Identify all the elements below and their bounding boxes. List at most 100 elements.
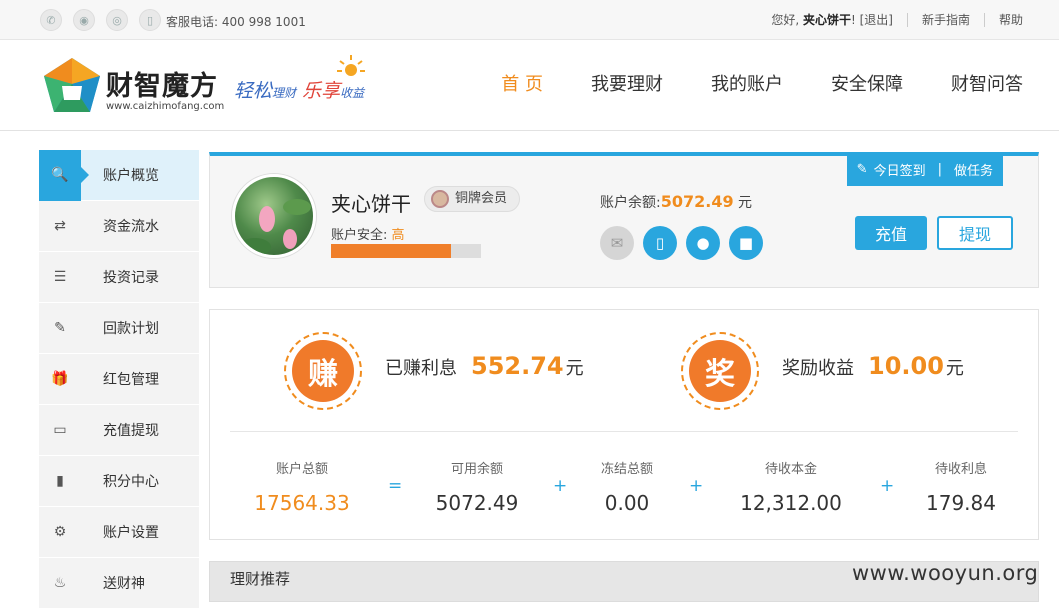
nav-home[interactable]: 首 页 xyxy=(501,70,543,96)
stat-value: 0.00 xyxy=(604,491,650,515)
weibo-icon[interactable]: ◎ xyxy=(106,9,128,31)
member-badge: 铜牌会员 xyxy=(424,186,521,212)
balance-label: 账户余额: xyxy=(600,195,661,211)
signin-separator: | xyxy=(937,161,942,177)
logo-url: www.caizhimofang.com xyxy=(106,101,225,112)
recharge-button[interactable]: 充值 xyxy=(855,216,927,250)
fire-icon: ♨ xyxy=(53,575,67,591)
member-level: 铜牌会员 xyxy=(455,191,508,206)
security-progress-bar xyxy=(331,244,481,258)
sidebar-item-fortune[interactable]: ♨ 送财神 xyxy=(39,558,199,609)
gift-icon: 🎁 xyxy=(51,371,69,387)
list-icon: ☰ xyxy=(53,269,67,285)
lock-icon[interactable]: ■ xyxy=(729,226,763,260)
top-bar: ✆ ◉ ◎ ▯ 客服电话: 400 998 1001 您好, 夹心饼干! [退出… xyxy=(0,0,1059,40)
stat-value: 5072.49 xyxy=(435,491,519,515)
slogan-part-c: 乐享 xyxy=(302,80,341,102)
watermark: www.wooyun.org xyxy=(852,561,1039,585)
security-label: 账户安全: 高 xyxy=(331,224,405,243)
sidebar-item-settings[interactable]: ⚙ 账户设置 xyxy=(39,507,199,558)
reward-label: 奖励收益 xyxy=(782,358,854,379)
sidebar-item-label: 投资记录 xyxy=(103,270,159,286)
main-nav: 首 页 我要理财 我的账户 安全保障 财智问答 xyxy=(453,70,1023,96)
medal-icon xyxy=(431,190,449,208)
sidebar-item-label: 账户概览 xyxy=(103,168,159,184)
sidebar-item-label: 红包管理 xyxy=(103,372,159,388)
help-link[interactable]: 帮助 xyxy=(985,13,1023,27)
signin-bar: ✎ 今日签到 | 做任务 xyxy=(846,152,1003,186)
sidebar-item-recharge[interactable]: ▭ 充值提现 xyxy=(39,405,199,456)
edit-icon: ✎ xyxy=(54,320,66,336)
sidebar-item-repayment[interactable]: ✎ 回款计划 xyxy=(39,303,199,354)
sidebar-item-points[interactable]: ▮ 积分中心 xyxy=(39,456,199,507)
earned-label: 已赚利息 xyxy=(385,358,457,379)
sidebar-item-label: 积分中心 xyxy=(103,474,159,490)
sidebar-item-redpacket[interactable]: 🎁 红包管理 xyxy=(39,354,199,405)
bookmark-icon: ▮ xyxy=(56,473,64,489)
security-level: 高 xyxy=(391,228,405,243)
stat-available: 可用余额 5072.49 xyxy=(407,458,547,515)
plus-sign: + xyxy=(689,476,704,496)
earned-char: 赚 xyxy=(292,340,354,402)
balance-display: 账户余额:5072.49 元 xyxy=(600,192,752,212)
balance-value: 5072.49 xyxy=(660,192,734,211)
stat-value: 17564.33 xyxy=(254,491,350,515)
reward-badge: 奖 xyxy=(681,332,759,410)
search-icon: 🔍 xyxy=(39,149,89,201)
stat-value: 12,312.00 xyxy=(740,491,842,515)
stat-frozen: 冻结总额 0.00 xyxy=(557,458,697,515)
sidebar: 🔍 账户概览 ⇄ 资金流水 ☰ 投资记录 ✎ 回款计划 🎁 红包管理 ▭ 充值提… xyxy=(39,149,199,609)
divider xyxy=(230,431,1018,432)
username: 夹心饼干 xyxy=(802,13,851,27)
sidebar-item-label: 充值提现 xyxy=(103,423,159,439)
greeting-text: 您好, xyxy=(771,13,803,27)
reward-income: 奖励收益 10.00 元 xyxy=(782,352,964,380)
earned-unit: 元 xyxy=(565,358,584,379)
avatar-image xyxy=(239,199,311,255)
nav-faq[interactable]: 财智问答 xyxy=(951,70,1023,96)
logo-text: 财智魔方 xyxy=(106,71,218,102)
reward-unit: 元 xyxy=(945,358,964,379)
reward-char: 奖 xyxy=(689,340,751,402)
task-button[interactable]: 做任务 xyxy=(954,160,993,179)
stat-label: 待收本金 xyxy=(764,462,817,477)
recommend-title: 理财推荐 xyxy=(230,570,291,588)
account-card: 夹心饼干 铜牌会员 账户安全: 高 账户余额:5072.49 元 ✉ ▯ ● ■… xyxy=(209,152,1039,288)
reward-value: 10.00 xyxy=(868,352,944,380)
equals-sign: = xyxy=(388,476,403,496)
security-progress-fill xyxy=(331,244,451,258)
transfer-icon: ⇄ xyxy=(54,218,66,234)
slogan-part-d: 收益 xyxy=(340,86,365,100)
sidebar-item-label: 送财神 xyxy=(103,576,145,592)
site-header: 财智魔方 www.caizhimofang.com 轻松理财 乐享收益 首 页 … xyxy=(0,40,1059,131)
qq-icon[interactable]: ◉ xyxy=(73,9,95,31)
user-icon[interactable]: ● xyxy=(686,226,720,260)
logout-link[interactable]: ! [退出] xyxy=(851,13,893,27)
hotline-text: 客服电话: 400 998 1001 xyxy=(166,15,306,29)
mobile-icon[interactable]: ▯ xyxy=(643,226,677,260)
earned-interest: 已赚利息 552.74 元 xyxy=(385,352,584,380)
stat-label: 冻结总额 xyxy=(600,462,653,477)
nav-my-account[interactable]: 我的账户 xyxy=(711,70,783,96)
stat-label: 可用余额 xyxy=(450,462,503,477)
sidebar-item-investments[interactable]: ☰ 投资记录 xyxy=(39,252,199,303)
phone-icon[interactable]: ▯ xyxy=(139,9,161,31)
earned-value: 552.74 xyxy=(471,352,564,380)
wechat-icon[interactable]: ✆ xyxy=(40,9,62,31)
guide-link[interactable]: 新手指南 xyxy=(908,13,985,27)
mail-icon[interactable]: ✉ xyxy=(600,226,634,260)
avatar[interactable] xyxy=(232,174,316,258)
sidebar-item-overview[interactable]: 🔍 账户概览 xyxy=(39,149,199,201)
signin-button[interactable]: 今日签到 xyxy=(874,160,926,179)
withdraw-button[interactable]: 提现 xyxy=(937,216,1013,250)
stat-label: 待收利息 xyxy=(934,462,987,477)
account-username: 夹心饼干 xyxy=(331,192,411,216)
user-greeting: 您好, 夹心饼干! [退出] xyxy=(757,13,908,27)
slogan: 轻松理财 乐享收益 xyxy=(234,76,364,103)
nav-invest[interactable]: 我要理财 xyxy=(591,70,663,96)
sidebar-item-label: 资金流水 xyxy=(103,219,159,235)
logo-icon[interactable] xyxy=(42,56,102,114)
sidebar-item-cashflow[interactable]: ⇄ 资金流水 xyxy=(39,201,199,252)
stat-interest: 待收利息 179.84 xyxy=(891,458,1031,515)
nav-security[interactable]: 安全保障 xyxy=(831,70,903,96)
